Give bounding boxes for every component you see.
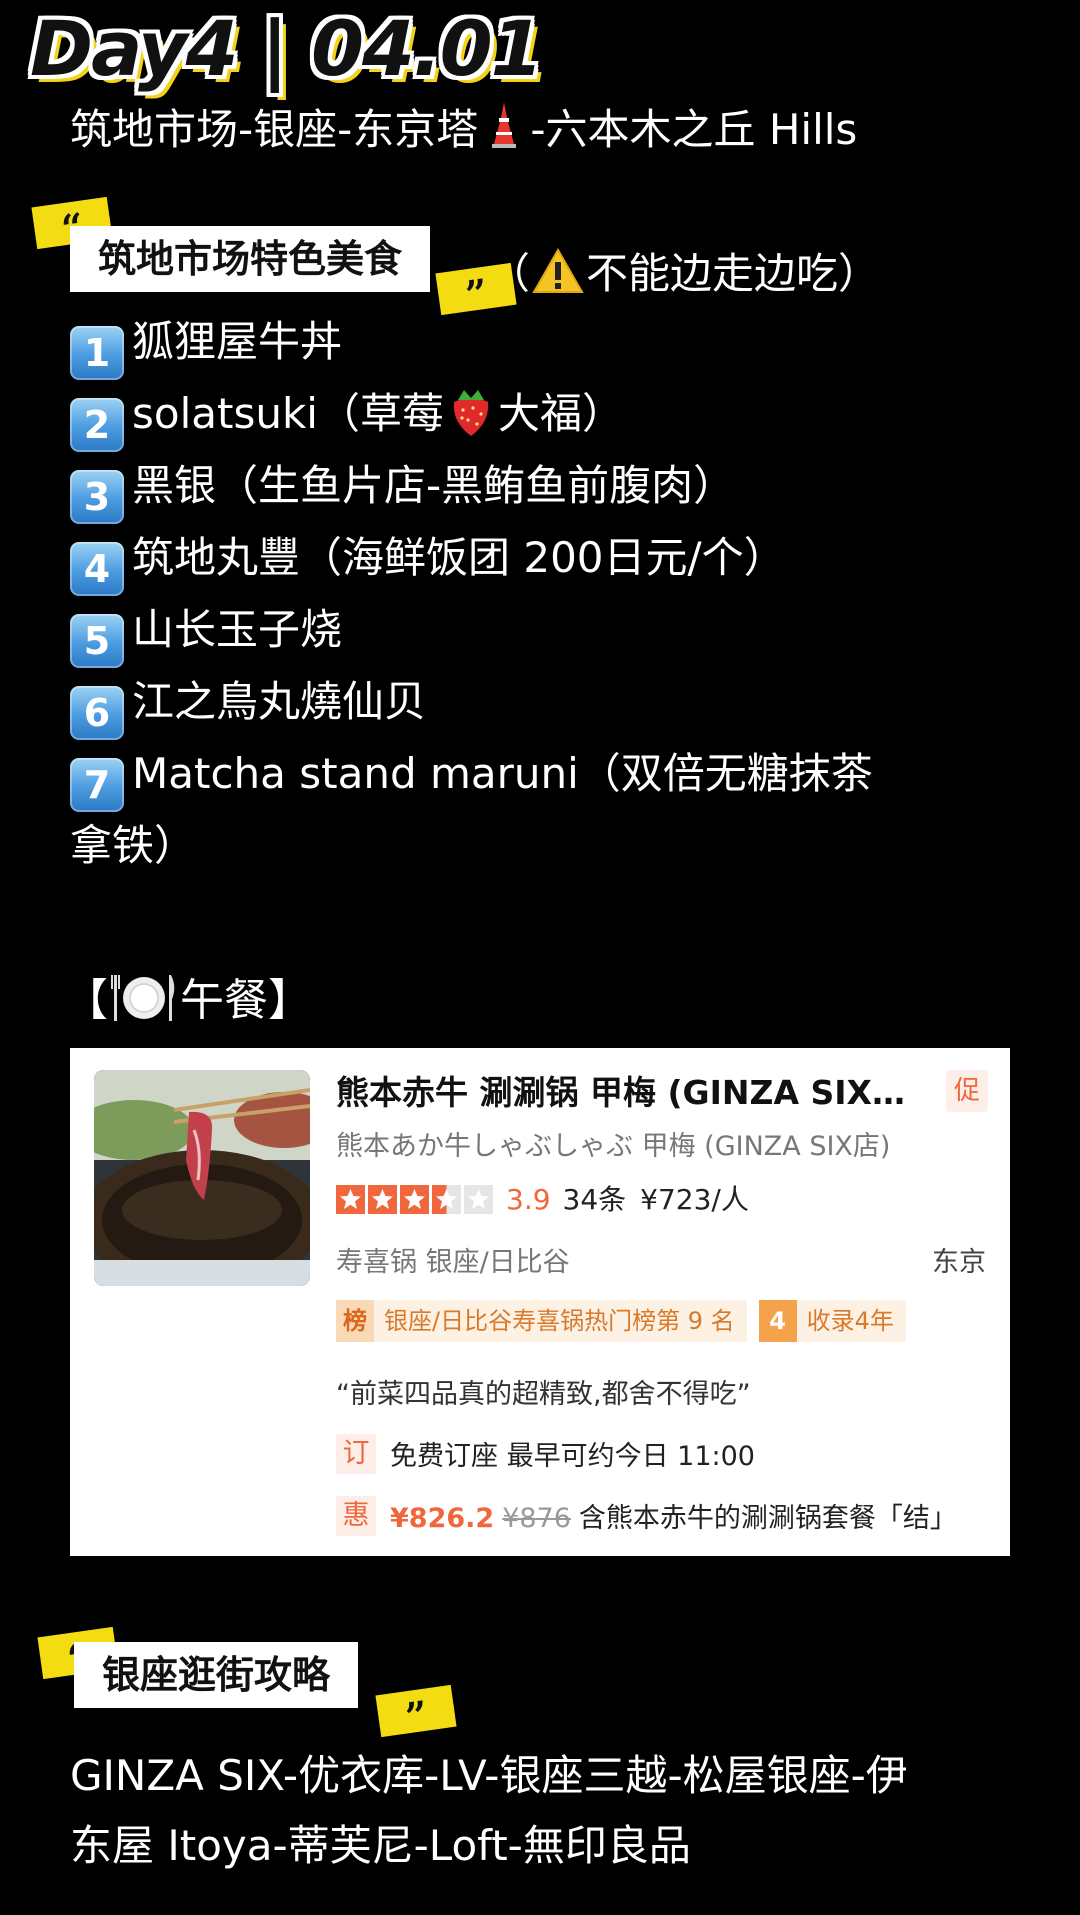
price-per-person: ¥723/人 (640, 1183, 749, 1216)
star-icon (400, 1185, 429, 1214)
tokyo-tower-icon (492, 102, 517, 148)
ginza-banner-label: 银座逛街攻略 (74, 1642, 359, 1708)
category-area: 寿喜锅 银座/日比谷 (336, 1247, 570, 1278)
list-item: 5 山长玉子烧 (70, 600, 342, 668)
booking-row[interactable]: 订免费订座 最早可约今日 11:00 (336, 1434, 755, 1474)
number-badge: 7 (70, 758, 124, 812)
day-title: Day4 | 04.01 (30, 4, 544, 93)
city-label: 东京 (932, 1247, 986, 1278)
bracket-open: 【 (64, 975, 108, 1026)
star-rating (336, 1183, 496, 1216)
years-icon: 4 (758, 1300, 797, 1342)
warning-icon (532, 248, 584, 293)
number-badge: 2 (70, 398, 124, 452)
number-badge: 4 (70, 542, 124, 596)
ginza-section-banner: “ 银座逛街攻略 ” (37, 1620, 478, 1740)
restaurant-title[interactable]: 熊本赤牛 涮涮锅 甲梅 (GINZA SIX… (336, 1066, 926, 1114)
years-chip: 4 收录4年 (758, 1300, 906, 1342)
deal-text: 含熊本赤牛的涮涮锅套餐「结」 (578, 1503, 957, 1534)
number-badge: 3 (70, 470, 124, 524)
star-icon (368, 1185, 397, 1214)
route-text-2: -六本木之丘 Hills (530, 105, 858, 154)
food-banner-label: 筑地市场特色美食 (70, 226, 431, 292)
number-badge: 1 (70, 326, 124, 380)
list-item-text: 大福） (497, 389, 624, 438)
deal-price: ¥826.2 (390, 1503, 495, 1534)
star-icon (336, 1185, 365, 1214)
restaurant-card[interactable]: 熊本赤牛 涮涮锅 甲梅 (GINZA SIX… 促 熊本あか牛しゃぶしゃぶ 甲梅… (70, 1048, 1010, 1556)
food-note: （ 不能边走边吃） (488, 240, 880, 301)
ranking-icon: 榜 (336, 1300, 374, 1342)
route-text-1: 筑地市场-银座-东京塔 (70, 105, 479, 154)
list-item: 6 江之鳥丸燒仙贝 (70, 672, 426, 740)
list-item: 2 solatsuki（草莓 大福） (70, 384, 624, 452)
ginza-route-line-1: GINZA SIX-优衣库-LV-银座三越-松屋银座-伊 (70, 1751, 908, 1800)
badges-row: 榜银座/日比谷寿喜锅热门榜第 9 名 4 收录4年 (336, 1300, 918, 1342)
booking-text: 免费订座 最早可约今日 11:00 (390, 1441, 755, 1472)
restaurant-photo (94, 1070, 310, 1286)
number-badge: 6 (70, 686, 124, 740)
lunch-heading: 【 午餐】 (64, 964, 312, 1028)
lunch-label: 午餐】 (180, 975, 312, 1026)
review-quote: “前菜四品真的超精致,都舍不得吃” (336, 1379, 751, 1410)
list-item: 7 Matcha stand maruni（双倍无糖抹茶 (70, 744, 873, 812)
list-item: 3 黑银（生鱼片店-黑鲔鱼前腹肉） (70, 456, 735, 524)
note-text: 不能边走边吃） (586, 249, 881, 298)
list-item: 1 狐狸屋牛丼 (70, 312, 342, 380)
review-count: 34条 (562, 1183, 627, 1216)
list-item-continuation: 拿铁） (70, 821, 197, 870)
years-text: 收录4年 (806, 1307, 894, 1335)
ranking-chip[interactable]: 榜银座/日比谷寿喜锅热门榜第 9 名 (336, 1300, 747, 1342)
original-price: ¥876 (502, 1503, 571, 1534)
list-item-text: Matcha stand maruni（双倍无糖抹茶 (132, 749, 873, 798)
promo-tag: 促 (946, 1070, 988, 1112)
ranking-text: 银座/日比谷寿喜锅热门榜第 9 名 (384, 1307, 735, 1335)
deal-icon: 惠 (336, 1496, 376, 1536)
number-badge: 5 (70, 614, 124, 668)
list-item-text: 狐狸屋牛丼 (132, 317, 343, 366)
list-item-text: 山长玉子烧 (132, 605, 343, 654)
strawberry-icon (453, 390, 489, 436)
list-item: 4 筑地丸豐（海鲜饭团 200日元/个） (70, 528, 786, 596)
list-item-text: 江之鳥丸燒仙贝 (132, 677, 427, 726)
list-item-text: 筑地丸豐（海鲜饭团 200日元/个） (132, 533, 786, 582)
route-line: 筑地市场-银座-东京塔 -六本木之丘 Hills (70, 96, 857, 157)
star-icon (432, 1185, 461, 1214)
list-item-text: 黑银（生鱼片店-黑鲔鱼前腹肉） (132, 461, 736, 510)
ginza-route-line-2: 东屋 Itoya-蒂芙尼-Loft-無印良品 (70, 1821, 691, 1870)
rating-row: 3.9 34条 ¥723/人 (336, 1178, 749, 1216)
close-quote-icon: ” (375, 1684, 457, 1739)
list-item-text: solatsuki（草莓 (132, 389, 444, 438)
deal-row[interactable]: 惠 ¥826.2 ¥876 含熊本赤牛的涮涮锅套餐「结」 (336, 1496, 957, 1536)
rating-score: 3.9 (506, 1183, 551, 1216)
star-icon (464, 1185, 493, 1214)
restaurant-subtitle: 熊本あか牛しゃぶしゃぶ 甲梅 (GINZA SIX店) (336, 1131, 891, 1162)
plate-cutlery-icon (111, 975, 175, 1021)
booking-icon: 订 (336, 1434, 376, 1474)
note-paren: （ (488, 249, 531, 298)
food-section-banner: “ 筑地市场特色美食 ” (31, 190, 517, 320)
